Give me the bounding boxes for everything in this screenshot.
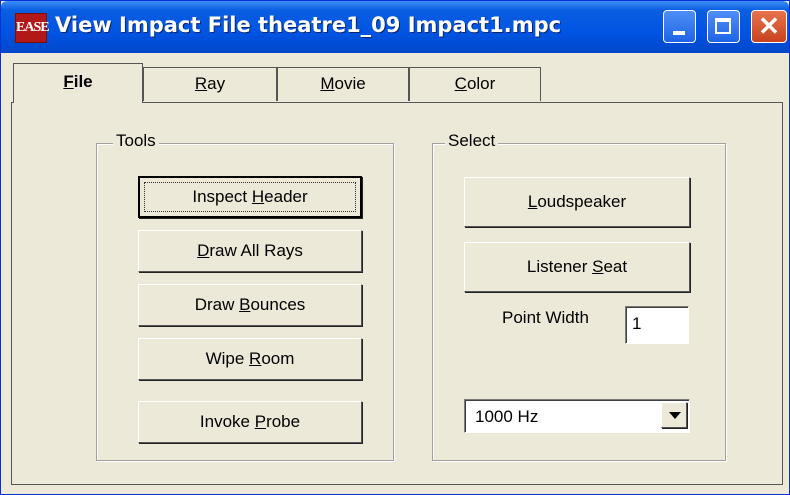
impact-file-window: EASE View Impact File theatre1_09 Impact… xyxy=(0,0,790,495)
tab-color[interactable]: Color xyxy=(409,67,541,101)
draw-bounces-button[interactable]: Draw Bounces xyxy=(138,284,362,326)
tab-movie-mnemonic: M xyxy=(320,74,335,93)
chevron-down-icon[interactable] xyxy=(661,402,687,428)
minimize-button[interactable] xyxy=(663,10,696,43)
frequency-select[interactable]: 1000 Hz xyxy=(464,399,690,433)
close-icon: ✕ xyxy=(758,11,780,41)
draw-all-rays-mnemonic: D xyxy=(197,241,210,260)
listener-seat-prefix: Listener xyxy=(526,257,593,276)
point-width-input[interactable]: 1 xyxy=(625,306,689,344)
tab-ray-mnemonic: R xyxy=(194,74,208,93)
tools-group-legend: Tools xyxy=(113,131,159,151)
file-tab-panel: Tools Inspect Header Draw All Rays Draw … xyxy=(11,102,783,485)
focus-rectangle xyxy=(144,182,356,212)
tools-group: Tools Inspect Header Draw All Rays Draw … xyxy=(96,131,394,461)
frequency-selected-value: 1000 Hz xyxy=(475,407,539,426)
draw-bounces-prefix: Draw xyxy=(194,295,240,314)
select-group-legend: Select xyxy=(445,131,499,151)
tab-file[interactable]: File xyxy=(13,63,143,103)
invoke-probe-suffix: robe xyxy=(266,412,301,431)
close-button[interactable]: ✕ xyxy=(751,10,787,43)
loudspeaker-mnemonic: L xyxy=(527,192,538,211)
maximize-button[interactable] xyxy=(707,10,740,43)
select-group: Select Loudspeaker Listener Seat Point W… xyxy=(432,131,726,461)
tab-file-label: ile xyxy=(73,72,93,91)
title-bar[interactable]: EASE View Impact File theatre1_09 Impact… xyxy=(1,1,789,53)
listener-seat-suffix: eat xyxy=(603,257,628,276)
inspect-header-button[interactable]: Inspect Header xyxy=(138,176,362,218)
wipe-room-button[interactable]: Wipe Room xyxy=(138,338,362,380)
draw-all-rays-suffix: raw All Rays xyxy=(209,241,303,260)
maximize-icon xyxy=(715,18,731,34)
invoke-probe-button[interactable]: Invoke Probe xyxy=(138,401,362,443)
draw-bounces-mnemonic: B xyxy=(239,295,251,314)
ease-app-icon: EASE xyxy=(15,13,50,43)
tab-strip: File Ray Movie Color xyxy=(11,63,781,103)
minimize-icon xyxy=(673,31,685,35)
listener-seat-button[interactable]: Listener Seat xyxy=(464,242,690,292)
wipe-room-mnemonic: R xyxy=(249,349,262,368)
tab-color-mnemonic: C xyxy=(454,74,467,93)
window-title: View Impact File theatre1_09 Impact1.mpc xyxy=(55,13,562,37)
draw-bounces-suffix: ounces xyxy=(250,295,306,314)
loudspeaker-button[interactable]: Loudspeaker xyxy=(464,177,690,227)
listener-seat-mnemonic: S xyxy=(592,257,604,276)
tab-movie[interactable]: Movie xyxy=(277,67,409,101)
tab-ray-label: ay xyxy=(207,74,226,93)
tab-color-label: olor xyxy=(466,74,496,93)
wipe-room-suffix: oom xyxy=(261,349,295,368)
point-width-label: Point Width xyxy=(502,308,589,327)
wipe-room-prefix: Wipe xyxy=(205,349,250,368)
loudspeaker-suffix: oudspeaker xyxy=(537,192,627,211)
invoke-probe-prefix: Invoke xyxy=(199,412,255,431)
tab-file-mnemonic: F xyxy=(63,72,74,91)
draw-all-rays-button[interactable]: Draw All Rays xyxy=(138,230,362,272)
invoke-probe-mnemonic: P xyxy=(254,412,267,431)
tab-ray[interactable]: Ray xyxy=(143,67,277,101)
tab-movie-label: ovie xyxy=(334,74,366,93)
